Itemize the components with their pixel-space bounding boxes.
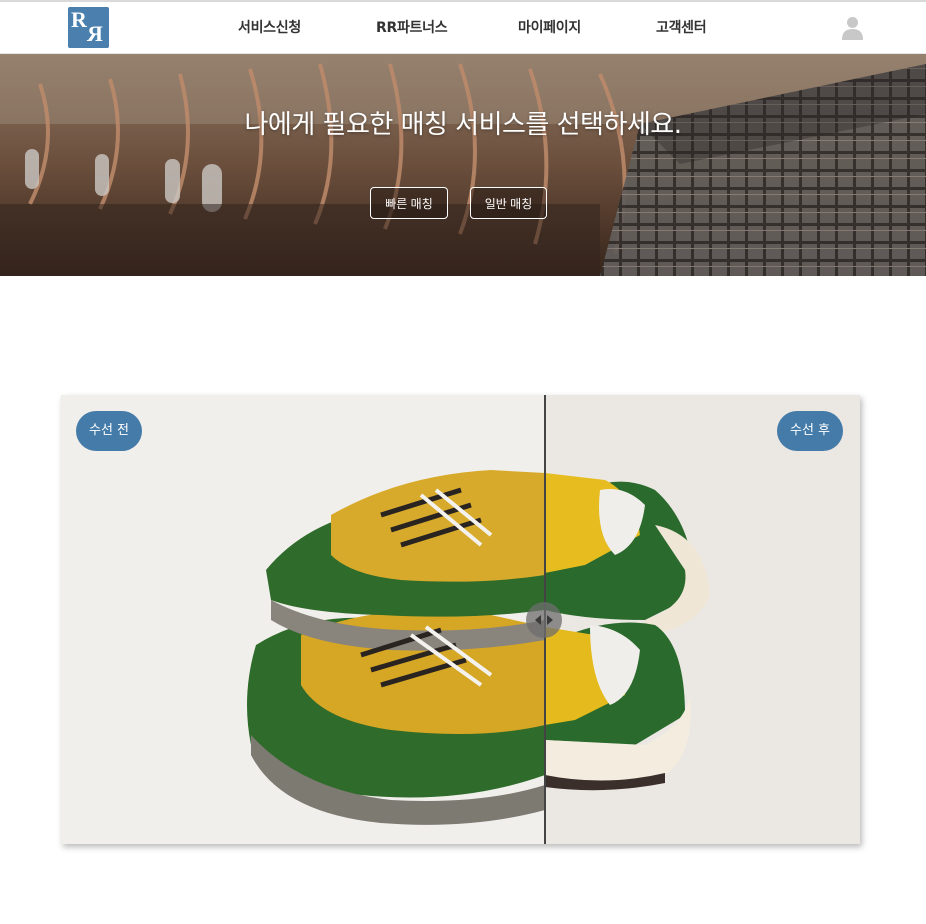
compare-slider-handle[interactable] — [526, 602, 562, 638]
nav-service-request[interactable]: 서비스신청 — [238, 17, 301, 37]
clean-sneakers-image — [545, 473, 710, 791]
user-icon[interactable] — [842, 16, 863, 40]
logo-letter-r: R — [71, 7, 87, 32]
after-image: 수선 후 — [545, 395, 860, 844]
rr-logo[interactable]: R R — [68, 7, 109, 48]
left-right-arrows-icon — [535, 615, 553, 625]
hero-title: 나에게 필요한 매칭 서비스를 선택하세요. — [244, 110, 682, 140]
site-header: R R 서비스신청 RR파트너스 마이페이지 고객센터 — [0, 2, 926, 54]
before-image: 수선 전 — [61, 395, 545, 844]
after-badge: 수선 후 — [777, 411, 843, 451]
hero-banner: 나에게 필요한 매칭 서비스를 선택하세요. 빠른 매칭 일반 매칭 — [0, 54, 926, 276]
normal-matching-button[interactable]: 일반 매칭 — [470, 187, 547, 219]
nav-customer-center[interactable]: 고객센터 — [656, 17, 707, 37]
before-badge: 수선 전 — [76, 411, 142, 451]
hero-background-image — [0, 54, 926, 276]
logo-letter-r-mirrored: R — [87, 21, 103, 46]
dirty-sneakers-image — [247, 470, 545, 825]
before-after-comparison[interactable]: 수선 전 수선 후 — [61, 395, 860, 844]
nav-mypage[interactable]: 마이페이지 — [518, 17, 581, 37]
quick-matching-button[interactable]: 빠른 매칭 — [370, 187, 448, 219]
nav-rr-partners[interactable]: RR파트너스 — [376, 17, 448, 37]
